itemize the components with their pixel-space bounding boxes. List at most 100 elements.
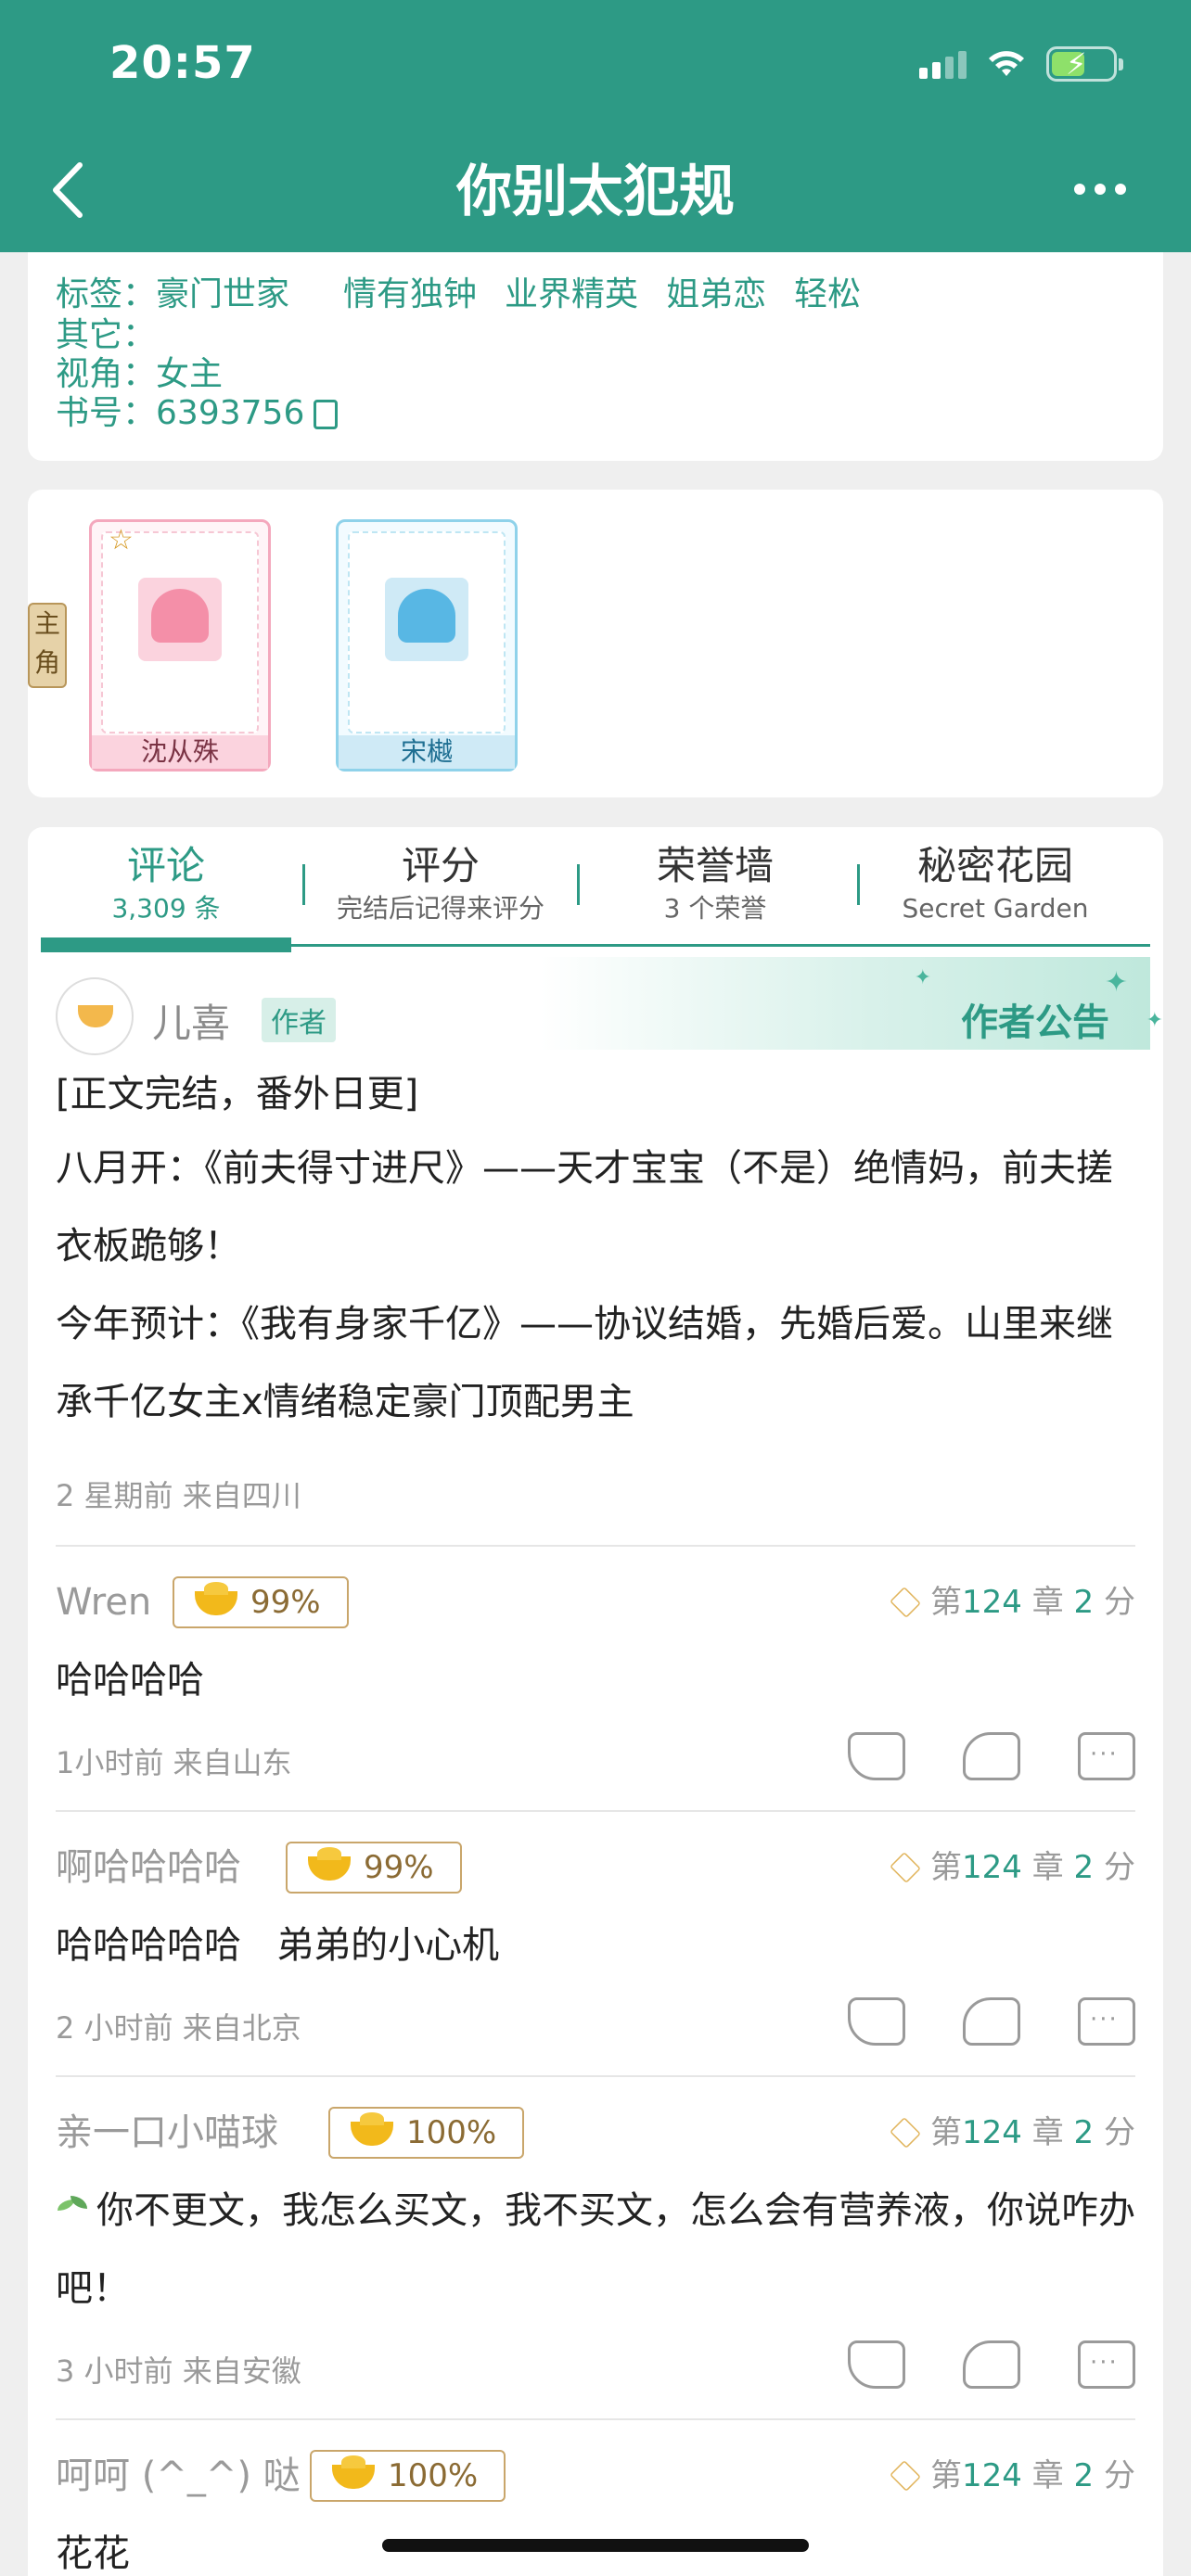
tab-subtitle: 3 个荣誉: [663, 893, 767, 924]
score-suffix: 分: [1104, 2114, 1135, 2151]
other-row: 其它：: [56, 315, 156, 356]
tab-indicator: [41, 937, 1150, 952]
score-num: 2: [1073, 2114, 1095, 2151]
comment-actions: [848, 1997, 1135, 2046]
gold-badge: 100%: [310, 2450, 506, 2502]
comment-chapter: 第124 章 2 分: [890, 2450, 1135, 2502]
comment-text: 你不更文，我怎么买文，我不买文，怎么会有营养液，你说咋办吧！: [56, 2172, 1135, 2327]
tab-title: 评论: [126, 843, 205, 888]
character-card[interactable]: ☆ 沈从殊: [89, 519, 271, 772]
comment-actions: [848, 2340, 1135, 2389]
cellular-signal-icon: [919, 49, 967, 79]
book-id-label: 书号：: [56, 394, 157, 432]
author-name[interactable]: 儿喜: [152, 992, 230, 1049]
home-indicator[interactable]: [382, 2539, 809, 2552]
chapter-suffix: 章: [1031, 2114, 1064, 2151]
gold-badge: 99%: [173, 1576, 349, 1628]
chapter-suffix: 章: [1031, 2457, 1064, 2494]
gold-percent: 100%: [388, 2457, 479, 2494]
chapter-prefix: 第: [930, 2114, 963, 2151]
tab-rating[interactable]: 评分 完结后记得来评分: [315, 840, 566, 925]
tab-subtitle: 完结后记得来评分: [336, 893, 544, 924]
comment-username[interactable]: Wren: [56, 1576, 151, 1628]
more-options-icon[interactable]: [1074, 184, 1126, 195]
tab-comments[interactable]: 评论 3,309 条: [41, 840, 291, 925]
author-notice-label: 作者公告: [961, 1001, 1109, 1044]
character-avatar: [138, 578, 222, 661]
gold-percent: 99%: [250, 1584, 321, 1621]
copy-icon[interactable]: [314, 400, 339, 429]
sparkle-icon: ✦: [1104, 966, 1128, 999]
thumbs-down-icon[interactable]: [963, 1732, 1020, 1780]
character-name: 沈从殊: [92, 735, 268, 769]
chapter-num: 124: [962, 1584, 1022, 1621]
gold-badge: 100%: [328, 2107, 525, 2159]
gold-ingot-icon: [308, 1847, 351, 1881]
tab-title: 秘密花园: [916, 843, 1073, 888]
book-id-row: 书号：6393756: [56, 393, 339, 434]
author-post-line: 八月开：《前夫得寸进尺》——天才宝宝（不是）绝情妈，前夫搓衣板跪够！: [56, 1147, 1113, 1268]
book-id-value: 6393756: [156, 394, 305, 432]
book-info-card: 标签：豪门世家 情有独钟 业界精英 姐弟恋 轻松 其它： 视角：女主 书号：639375…: [28, 252, 1163, 461]
tag[interactable]: 情有独钟: [343, 275, 477, 313]
chapter-prefix: 第: [930, 1584, 963, 1621]
comment-username[interactable]: 啊哈哈哈哈: [56, 1842, 241, 1894]
tab-honor-wall[interactable]: 荣誉墙 3 个荣誉: [590, 840, 840, 925]
comment-text: 哈哈哈哈哈 弟弟的小心机: [56, 1924, 500, 1967]
chapter-num: 124: [962, 2457, 1022, 2494]
comment-text-content: 你不更文，我怎么买文，我不买文，怎么会有营养液，你说咋办吧！: [56, 2189, 1135, 2310]
chapter-prefix: 第: [930, 2457, 963, 2494]
battery-charging-icon: ⚡: [1046, 46, 1123, 82]
chapter-num: 124: [962, 2114, 1022, 2151]
thumbs-up-icon[interactable]: [848, 1732, 905, 1780]
tag[interactable]: 轻松: [794, 275, 861, 313]
tag[interactable]: 业界精英: [505, 275, 638, 313]
tag[interactable]: 豪门世家: [156, 275, 289, 313]
status-time: 20:57: [109, 37, 256, 89]
character-card[interactable]: 宋樾: [336, 519, 518, 772]
comment-chapter: 第124 章 2 分: [890, 2107, 1135, 2159]
page-title: 你别太犯规: [456, 159, 735, 224]
vip-diamond-icon: [890, 1587, 921, 1618]
thumbs-down-icon[interactable]: [963, 1997, 1020, 2046]
perspective-row: 视角：女主: [56, 354, 223, 395]
gold-ingot-icon: [351, 2112, 393, 2146]
other-label: 其它：: [56, 316, 157, 354]
app-header: 20:57 ⚡ 你别太犯规: [0, 0, 1191, 252]
star-icon: ☆: [109, 524, 134, 556]
thumbs-up-icon[interactable]: [848, 2340, 905, 2389]
author-post-line: 今年预计：《我有身家千亿》——协议结婚，先婚后爱。山里来继承千亿女主x情绪稳定豪…: [56, 1303, 1113, 1423]
reply-icon[interactable]: [1078, 2340, 1135, 2389]
tab-title: 评分: [401, 843, 480, 888]
chapter-prefix: 第: [930, 1849, 963, 1886]
tags-row: 标签：豪门世家 情有独钟 业界精英 姐弟恋 轻松: [56, 274, 889, 315]
tab-subtitle: 3,309 条: [111, 893, 221, 924]
tab-title: 荣誉墙: [656, 843, 774, 888]
tag[interactable]: 姐弟恋: [666, 275, 766, 313]
tab-secret-garden[interactable]: 秘密花园 Secret Garden: [870, 840, 1121, 925]
comment-chapter: 第124 章 2 分: [890, 1842, 1135, 1894]
thumbs-up-icon[interactable]: [848, 1997, 905, 2046]
comment-section: 评论 3,309 条 评分 完结后记得来评分 荣誉墙 3 个荣誉 秘密花园 Se…: [28, 827, 1163, 2576]
perspective-value: 女主: [156, 355, 224, 393]
tags-label: 标签：: [56, 275, 157, 313]
score-suffix: 分: [1104, 2457, 1135, 2494]
score-suffix: 分: [1104, 1849, 1135, 1886]
gold-ingot-icon: [332, 2455, 375, 2489]
thumbs-down-icon[interactable]: [963, 2340, 1020, 2389]
gold-percent: 99%: [364, 1849, 434, 1886]
reply-icon[interactable]: [1078, 1997, 1135, 2046]
comment-username[interactable]: 亲一口小喵球: [56, 2107, 278, 2159]
chapter-num: 124: [962, 1849, 1022, 1886]
author-post-meta: 2 星期前 来自四川: [56, 1478, 301, 1513]
score-num: 2: [1073, 1584, 1095, 1621]
comment-meta: 2 小时前 来自北京: [56, 2010, 301, 2046]
reply-icon[interactable]: [1078, 1732, 1135, 1780]
chapter-suffix: 章: [1031, 1584, 1064, 1621]
author-avatar[interactable]: [56, 977, 134, 1055]
chapter-suffix: 章: [1031, 1849, 1064, 1886]
wifi-icon: [989, 51, 1024, 76]
characters-card: 主角 ☆ 沈从殊 宋樾: [28, 490, 1163, 797]
comment-username[interactable]: 呵呵 (^_^) 哒: [56, 2450, 301, 2502]
comment-meta: 3 小时前 来自安徽: [56, 2353, 301, 2389]
